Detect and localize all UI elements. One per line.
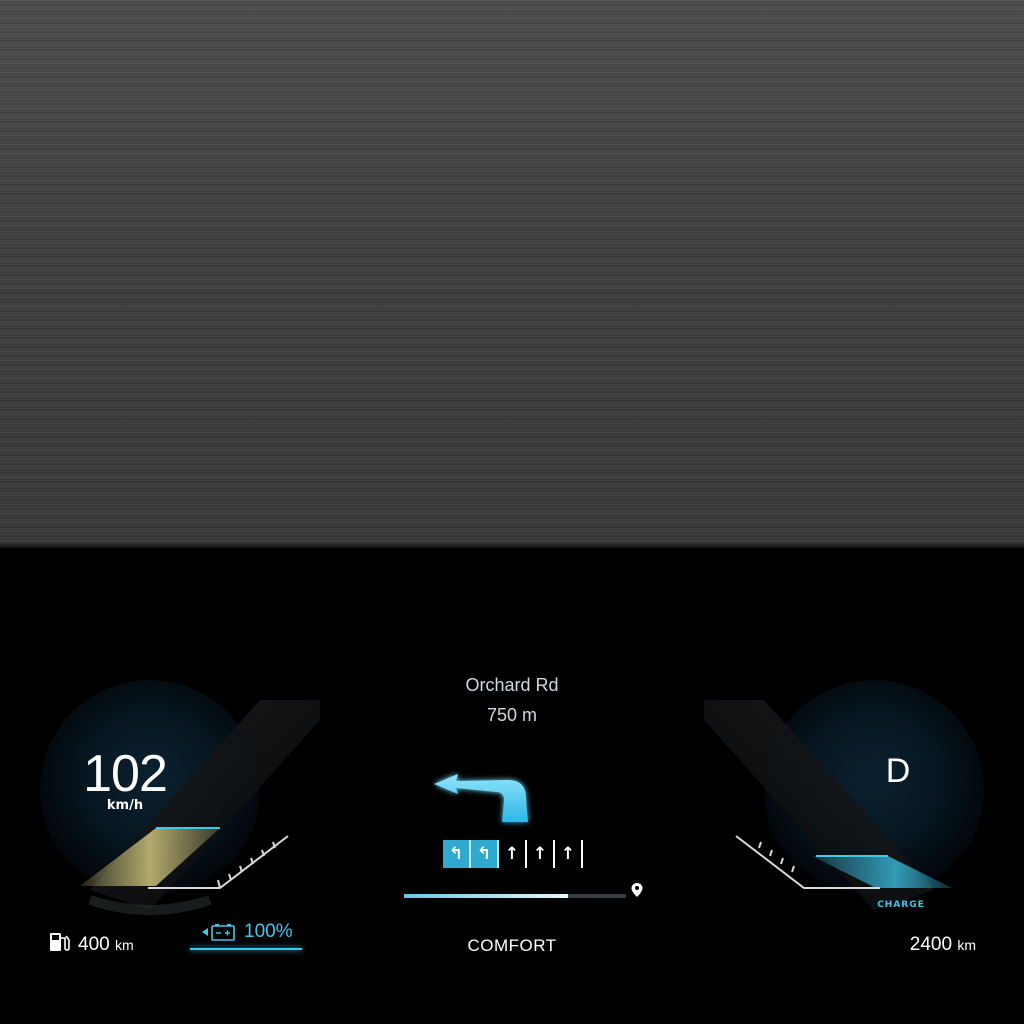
route-progress-fill [404, 894, 569, 898]
lane-turn-left-icon: ↰ [471, 840, 499, 868]
fuel-range-value: 400 [78, 934, 110, 955]
charge-label: CHARGE [877, 900, 925, 910]
drive-mode: COMFORT [467, 936, 557, 955]
total-range-value: 2400 [909, 934, 953, 955]
fuel-range-unit: km [114, 937, 134, 953]
gear-indicator: D [885, 752, 911, 790]
instrument-cluster: 102 km/h D CHARGE Orchard Rd 750 m ↰ ↰ ↑… [0, 548, 1024, 1024]
battery-underline [190, 948, 302, 950]
lane-guidance: ↰ ↰ ↑ ↑ ↑ [443, 840, 583, 870]
battery-icon [200, 922, 240, 948]
lane-straight-icon: ↑ [527, 840, 555, 868]
turn-distance: 750 m [486, 705, 538, 725]
speed-value: 102 [83, 745, 168, 803]
route-progress-bar [404, 894, 626, 898]
lane-straight-icon: ↑ [499, 840, 527, 868]
fuel-pump-icon [48, 930, 70, 958]
destination-pin-icon [630, 882, 644, 902]
turn-left-icon [428, 770, 538, 834]
total-range-unit: km [957, 937, 976, 953]
brushed-metal-panel [0, 0, 1024, 548]
lane-turn-left-icon: ↰ [443, 840, 471, 868]
speed-unit: km/h [106, 798, 144, 813]
lane-straight-icon: ↑ [555, 840, 583, 868]
total-range: 2400 km [880, 934, 976, 956]
battery-percent: 100% [244, 921, 293, 942]
street-name: Orchard Rd [465, 675, 559, 695]
fuel-range: 400 km [78, 934, 134, 956]
